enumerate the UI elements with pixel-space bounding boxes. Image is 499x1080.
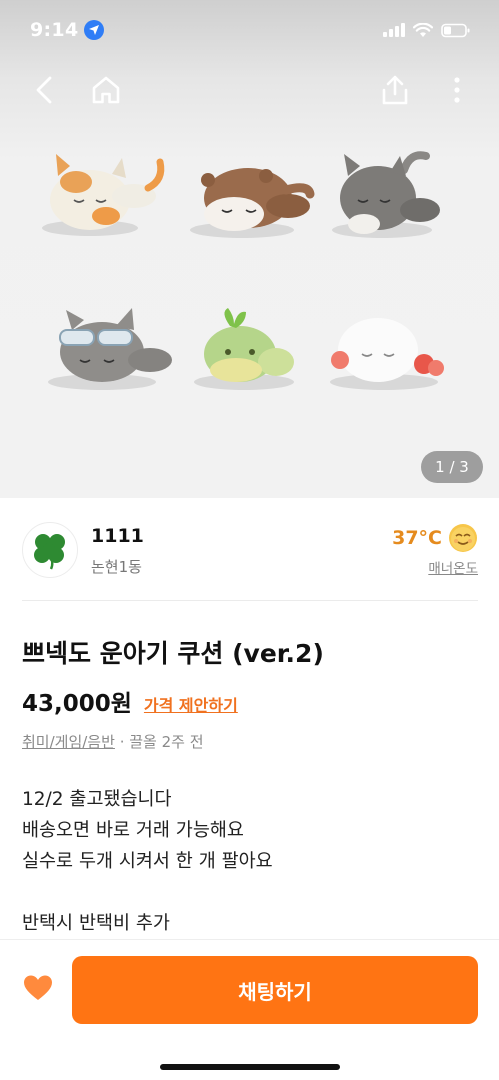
four-leaf-clover-icon (34, 534, 65, 570)
description-line: 실수로 두개 시켜서 한 개 팔아요 (22, 851, 273, 872)
status-time-group: 9:14 (30, 19, 105, 41)
seller-name: 1111 (91, 525, 144, 547)
seller-region: 논현1동 (91, 558, 142, 576)
manner-temperature-link[interactable]: 매너온도 (428, 557, 478, 577)
cellular-signal-icon (383, 23, 405, 37)
description-line: 배송오면 바로 거래 가능해요 (22, 820, 244, 841)
price-offer-link[interactable]: 가격 제안하기 (144, 692, 238, 716)
battery-icon (441, 23, 470, 37)
status-time: 9:14 (30, 19, 79, 41)
heart-icon (24, 975, 52, 1000)
status-bar: 9:14 (0, 0, 499, 60)
top-navigation-bar (0, 66, 499, 114)
product-detail-screen: 9:14 1 / 3 1111 논현1동 37°C 매너온도 쁘넥도 운아기 쿠… (0, 0, 499, 1080)
share-icon (382, 75, 408, 105)
image-page-indicator: 1 / 3 (421, 451, 483, 483)
gray-cat-plush (332, 151, 440, 238)
calico-cat-plush (42, 154, 165, 236)
product-description: 12/2 출고됐습니다 배송오면 바로 거래 가능해요 실수로 두개 시켜서 한… (22, 784, 478, 939)
chevron-left-icon (36, 76, 52, 104)
wifi-icon (413, 22, 433, 37)
like-button[interactable] (20, 970, 56, 1006)
otter-plush (190, 168, 315, 238)
system-icons (383, 22, 471, 38)
bottom-action-bar: 채팅하기 (0, 939, 499, 1080)
divider (22, 600, 478, 601)
home-icon (92, 76, 120, 104)
description-line: 12/2 출고됐습니다 (22, 789, 172, 810)
product-image-gallery[interactable]: 9:14 1 / 3 (0, 0, 499, 498)
smiling-face-icon (449, 524, 477, 552)
goggles-cat-plush (48, 308, 172, 390)
avatar[interactable] (22, 522, 78, 578)
description-line: 반택시 반택비 추가 (22, 913, 170, 934)
green-sprout-plush (194, 308, 294, 390)
temperature-value: 37°C (392, 527, 442, 549)
bump-time: · 끌올 2주 전 (119, 733, 204, 751)
description-blank-line (22, 877, 478, 908)
more-vertical-icon (454, 77, 460, 103)
manner-temperature: 37°C (392, 523, 478, 553)
product-price: 43,000원 (22, 691, 132, 717)
location-arrow-icon (84, 20, 105, 40)
home-button[interactable] (86, 70, 126, 110)
product-title: 쁘넥도 운아기 쿠션 (ver.2) (22, 639, 324, 668)
category-link[interactable]: 취미/게임/음반 (22, 733, 115, 751)
price-row: 43,000원 가격 제안하기 (22, 684, 238, 718)
home-indicator (160, 1064, 340, 1070)
share-button[interactable] (375, 70, 415, 110)
chat-button[interactable]: 채팅하기 (72, 956, 478, 1024)
more-button[interactable] (437, 70, 477, 110)
nav-left-group (24, 70, 126, 110)
back-button[interactable] (24, 70, 64, 110)
nav-right-group (375, 70, 477, 110)
seller-profile[interactable]: 1111 논현1동 37°C 매너온도 (22, 520, 478, 582)
product-meta: 취미/게임/음반 · 끌올 2주 전 (22, 731, 204, 752)
white-ghost-plush (330, 318, 444, 390)
